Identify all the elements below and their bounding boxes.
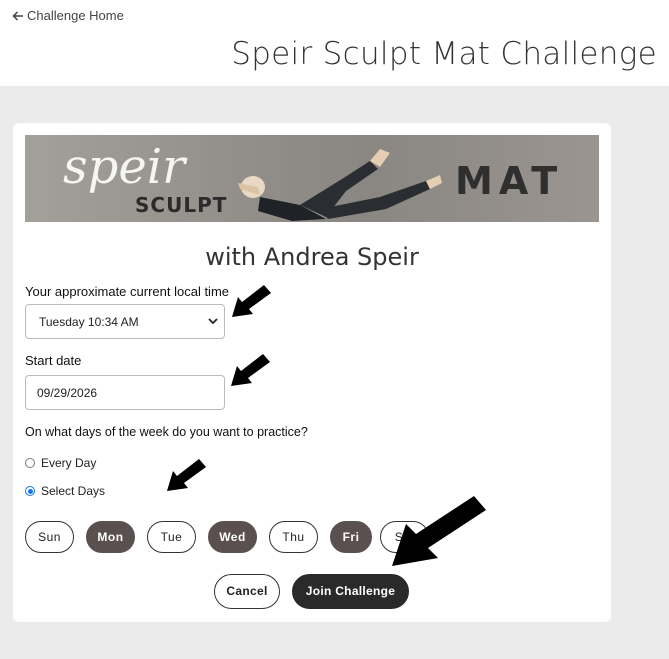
local-time-select[interactable]: Tuesday 10:34 AM xyxy=(25,304,225,339)
day-fri-button[interactable]: Fri xyxy=(330,521,372,553)
challenge-card: speir SCULPT MAT with Andrea Speir Your … xyxy=(13,123,611,622)
start-date-field[interactable]: 09/29/2026 xyxy=(25,375,225,410)
local-time-value: Tuesday 10:34 AM xyxy=(39,315,139,329)
day-thu-button[interactable]: Thu xyxy=(269,521,318,553)
arrow-left-icon xyxy=(12,10,23,21)
banner-logo-script: speir xyxy=(63,139,186,195)
banner-figure-image xyxy=(238,149,442,221)
radio-select-days-label: Select Days xyxy=(41,484,106,498)
start-date-label: Start date xyxy=(25,353,82,368)
challenge-banner: speir SCULPT MAT xyxy=(25,135,599,222)
card-subtitle: with Andrea Speir xyxy=(205,243,419,271)
day-sat-button[interactable]: Sat xyxy=(380,521,429,553)
day-selector: Sun Mon Tue Wed Thu Fri Sat xyxy=(25,521,465,555)
banner-logo-sub: SCULPT xyxy=(135,193,228,217)
radio-select-days-control[interactable] xyxy=(25,486,35,496)
day-sun-button[interactable]: Sun xyxy=(25,521,74,553)
radio-every-day-control[interactable] xyxy=(25,458,35,468)
banner-program-title: MAT xyxy=(455,159,564,203)
cancel-button[interactable]: Cancel xyxy=(214,574,280,609)
radio-select-days[interactable]: Select Days xyxy=(25,484,105,498)
local-time-label: Your approximate current local time xyxy=(25,284,230,299)
practice-days-question: On what days of the week do you want to … xyxy=(25,425,308,439)
radio-every-day-label: Every Day xyxy=(41,456,97,470)
start-date-value: 09/29/2026 xyxy=(37,386,98,400)
day-mon-button[interactable]: Mon xyxy=(86,521,135,553)
join-challenge-button[interactable]: Join Challenge xyxy=(292,574,409,609)
back-link-label: Challenge Home xyxy=(27,8,124,23)
day-wed-button[interactable]: Wed xyxy=(208,521,257,553)
day-tue-button[interactable]: Tue xyxy=(147,521,196,553)
radio-every-day[interactable]: Every Day xyxy=(25,456,96,470)
chevron-down-icon xyxy=(208,318,218,325)
back-link[interactable]: Challenge Home xyxy=(11,8,124,23)
top-bar: Challenge Home Speir Sculpt Mat Challeng… xyxy=(0,0,669,86)
page-title: Speir Sculpt Mat Challenge xyxy=(231,36,657,72)
